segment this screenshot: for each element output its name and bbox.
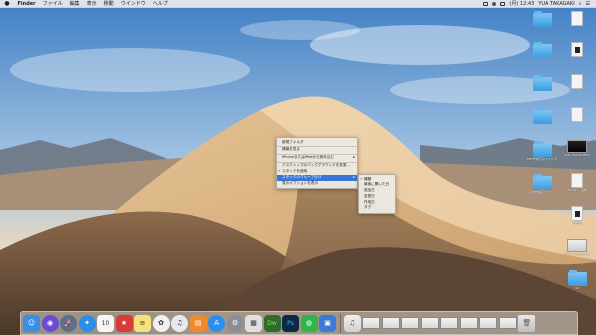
menu-file[interactable]: ファイル	[39, 0, 66, 7]
dock: ☺ ◉ 🚀 ✦ 10 ★ ≡ ✿ ♫ ▤ A ⚙ ▦ Dw Ps ◍ ▣ ♫ 🗑	[20, 311, 578, 335]
desktop-icon[interactable]: その他	[557, 206, 596, 226]
group-stacks-submenu: ✓ 種類 最後に開いた日 追加日 変更日 作成日 タグ	[358, 174, 396, 214]
siri-icon[interactable]: ◉	[41, 314, 59, 332]
desktop-icon[interactable]	[557, 74, 596, 90]
desktop-icon[interactable]	[522, 11, 562, 28]
dock-separator	[339, 313, 341, 333]
notification-center-icon[interactable]: ☰	[586, 1, 590, 7]
folder-icon	[532, 141, 552, 157]
line-icon[interactable]: ◍	[300, 314, 318, 332]
notes-icon[interactable]: ≡	[134, 314, 151, 332]
screenshot-doc-8-icon[interactable]	[498, 317, 517, 329]
menu-item-new-folder[interactable]: 新規フォルダ	[277, 140, 357, 146]
desktop-icon[interactable]	[557, 42, 596, 58]
photos-icon[interactable]: ✿	[152, 314, 170, 332]
music-folder-icon[interactable]: ♫	[343, 314, 361, 332]
airplay-icon[interactable]	[483, 1, 489, 6]
desktop-icon[interactable]: SNS_IMAGE.MOV	[557, 140, 596, 158]
photoshop-icon[interactable]: Ps	[282, 314, 299, 332]
wifi-icon[interactable]	[492, 1, 497, 6]
apple-menu-icon[interactable]: ●	[0, 0, 14, 7]
battery-icon[interactable]	[500, 1, 506, 6]
screenshot-doc-7-icon[interactable]	[479, 317, 498, 329]
spotlight-icon[interactable]: ⌕	[579, 1, 582, 7]
video-thumbnail-icon	[567, 140, 587, 153]
image-file-icon	[571, 173, 583, 188]
safari-icon[interactable]: ✦	[78, 314, 96, 332]
desktop-icon[interactable]	[522, 42, 562, 59]
desktop-icon[interactable]	[522, 75, 562, 92]
desktop-icon[interactable]: IMG_0 ... 画像	[557, 173, 596, 193]
finder-icon[interactable]: ☺	[23, 314, 40, 332]
screenshot-doc-2-icon[interactable]	[381, 317, 400, 329]
screenshot-doc-3-icon[interactable]	[401, 317, 420, 329]
desktop-icon[interactable]	[557, 11, 596, 27]
books-icon[interactable]: ▤	[189, 314, 207, 332]
menu-window[interactable]: ウインドウ	[117, 0, 149, 7]
document-icon	[571, 206, 583, 221]
system-preferences-icon[interactable]: ⚙	[226, 314, 244, 332]
itunes-icon[interactable]: ♫	[171, 314, 188, 332]
menu-edit[interactable]: 編集	[66, 0, 83, 7]
screenshot-doc-5-icon[interactable]	[440, 317, 459, 329]
submenu-arrow-icon: ▸	[353, 155, 355, 160]
launchpad-icon[interactable]: 🚀	[60, 314, 77, 332]
desktop-icon[interactable]: スクリーンショット	[557, 239, 596, 257]
calendar-icon[interactable]: 10	[97, 314, 114, 332]
folder-icon	[532, 108, 552, 124]
music-file-icon	[571, 107, 583, 122]
screenshot-doc-4-icon[interactable]	[420, 317, 439, 329]
bookmark-app-icon[interactable]: ★	[115, 314, 133, 332]
menu-app-name[interactable]: Finder	[14, 1, 39, 7]
menu-go[interactable]: 移動	[100, 0, 117, 7]
folder-icon	[532, 174, 552, 190]
dreamweaver-icon[interactable]: Dw	[263, 314, 281, 332]
desktop-icon[interactable]	[522, 108, 562, 125]
menu-view[interactable]: 表示	[83, 0, 100, 7]
image-viewer-icon[interactable]: ▣	[319, 314, 336, 332]
menu-clock[interactable]: (月) 12:43	[509, 0, 534, 7]
screenshot-doc-1-icon[interactable]	[362, 317, 381, 329]
preview-icon[interactable]: ▦	[245, 314, 262, 332]
screenshot-doc-6-icon[interactable]	[459, 317, 478, 329]
desktop-icon[interactable]: PDF作成済みフォルダ	[522, 141, 562, 162]
submenu-item-tags[interactable]: タグ	[359, 205, 395, 211]
folder-icon	[532, 11, 552, 27]
folder-icon	[567, 270, 587, 286]
folder-icon	[532, 75, 552, 91]
folder-icon	[532, 42, 552, 58]
document-icon	[571, 74, 583, 89]
app-store-icon[interactable]: A	[208, 314, 225, 332]
trash-icon[interactable]: 🗑	[518, 314, 536, 332]
document-icon	[571, 42, 583, 57]
menu-item-show-view-options[interactable]: 表示オプションを表示	[277, 181, 357, 187]
menu-user[interactable]: YUA TAKAGAKI	[538, 1, 574, 7]
desktop-icon[interactable]: 名前未設定フォルダ	[522, 174, 562, 195]
screenshot-thumbnail-icon	[567, 239, 587, 252]
desktop-icon[interactable]: 3D	[557, 270, 596, 291]
menu-item-import-from-iphone[interactable]: iPhoneまたはiPadから読み込む ▸	[277, 155, 357, 161]
desktop-context-menu: 新規フォルダ 情報を見る iPhoneまたはiPadから読み込む ▸ デスクトップ…	[276, 137, 358, 189]
document-icon	[571, 11, 583, 26]
menu-help[interactable]: ヘルプ	[149, 0, 171, 7]
desktop-icon[interactable]	[557, 107, 596, 123]
menu-bar: ● Finder ファイル 編集 表示 移動 ウインドウ ヘルプ (月) 12:…	[0, 0, 596, 8]
menu-item-get-info[interactable]: 情報を見る	[277, 147, 357, 153]
